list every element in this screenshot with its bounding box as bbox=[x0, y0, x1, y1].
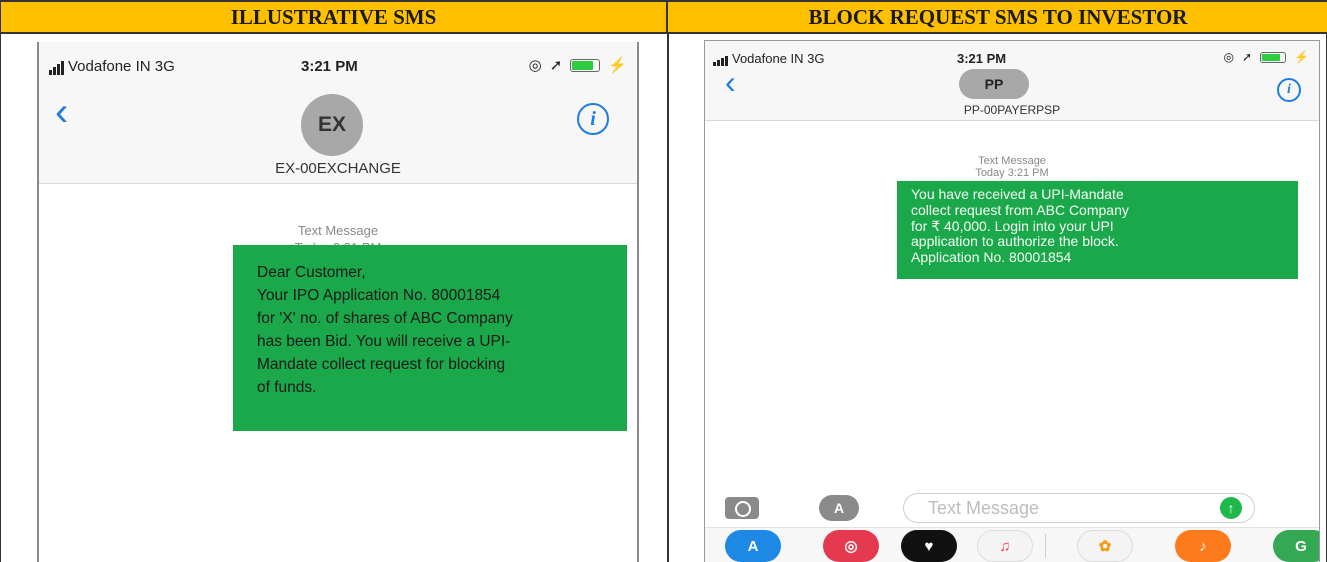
back-chevron-icon[interactable]: ‹ bbox=[55, 92, 68, 132]
camera-icon[interactable] bbox=[725, 497, 759, 519]
image-search-app-icon[interactable]: ◎ bbox=[823, 530, 879, 562]
battery-icon bbox=[1260, 51, 1287, 63]
message-composer: A Text Message ↑ bbox=[705, 489, 1319, 525]
left-phone-screenshot: Vodafone IN 3G 3:21 PM ◎ ➚ ⚡ ‹ EX i EX-0… bbox=[37, 42, 639, 562]
column-divider bbox=[667, 34, 669, 562]
contact-avatar[interactable]: PP bbox=[959, 69, 1029, 99]
header-block-request: BLOCK REQUEST SMS TO INVESTOR bbox=[668, 0, 1327, 34]
header-illustrative-sms: ILLUSTRATIVE SMS bbox=[1, 0, 668, 34]
info-icon[interactable]: i bbox=[1277, 78, 1301, 102]
status-carrier: Vodafone IN 3G bbox=[49, 58, 175, 75]
battery-icon bbox=[570, 58, 601, 72]
sms-comparison-table: ILLUSTRATIVE SMS BLOCK REQUEST SMS TO IN… bbox=[0, 0, 1327, 562]
message-timestamp: Text Message Today 3:21 PM bbox=[705, 155, 1319, 179]
location-icon: ◎ bbox=[528, 57, 542, 74]
app-store-icon[interactable]: A bbox=[819, 495, 859, 521]
meta-type: Text Message bbox=[297, 223, 379, 238]
info-icon[interactable]: i bbox=[577, 103, 609, 135]
conversation-header: Vodafone IN 3G 3:21 PM ◎ ➚ ⚡ ‹ EX i EX-0… bbox=[39, 42, 637, 184]
meta-type: Text Message bbox=[978, 155, 1046, 167]
text-message-input[interactable]: Text Message bbox=[903, 493, 1255, 523]
sms-bubble: Dear Customer, Your IPO Application No. … bbox=[233, 245, 627, 431]
sender-name[interactable]: PP-00PAYERPSP bbox=[705, 103, 1319, 117]
composer-placeholder: Text Message bbox=[928, 497, 1040, 518]
digital-touch-app-icon[interactable]: ♥ bbox=[901, 530, 957, 562]
send-arrow-icon[interactable]: ↑ bbox=[1220, 497, 1242, 519]
right-phone-screenshot: Vodafone IN 3G 3:21 PM ◎ ➚ ⚡ ‹ PP i PP-0… bbox=[704, 40, 1320, 562]
conversation-header: Vodafone IN 3G 3:21 PM ◎ ➚ ⚡ ‹ PP i PP-0… bbox=[705, 41, 1319, 121]
music-app-icon[interactable]: ♫ bbox=[977, 530, 1033, 562]
garageband-app-icon[interactable]: ♪ bbox=[1175, 530, 1231, 562]
google-maps-app-icon[interactable]: G bbox=[1273, 530, 1319, 562]
imessage-app-drawer: A ◎ ♥ ♫ ✿ ♪ G bbox=[705, 527, 1319, 562]
app-store-app-icon[interactable]: A bbox=[725, 530, 781, 562]
navigation-icon: ➚ bbox=[1241, 50, 1253, 64]
meta-time: Today 3:21 PM bbox=[975, 167, 1049, 179]
drawer-separator bbox=[1045, 534, 1046, 558]
location-icon: ◎ bbox=[1223, 50, 1234, 64]
charging-icon: ⚡ bbox=[1294, 50, 1309, 64]
back-chevron-icon[interactable]: ‹ bbox=[725, 66, 736, 98]
carrier-label: Vodafone IN 3G bbox=[68, 58, 175, 75]
sender-name[interactable]: EX-00EXCHANGE bbox=[39, 160, 637, 177]
navigation-icon: ➚ bbox=[549, 57, 563, 74]
status-time: 3:21 PM bbox=[957, 51, 1007, 66]
photos-app-icon[interactable]: ✿ bbox=[1077, 530, 1133, 562]
sms-bubble: You have received a UPI-Mandate collect … bbox=[897, 181, 1298, 279]
signal-icon bbox=[49, 58, 65, 75]
status-time: 3:21 PM bbox=[301, 58, 358, 75]
contact-avatar[interactable]: EX bbox=[301, 94, 363, 156]
charging-icon: ⚡ bbox=[608, 57, 627, 74]
status-icons: ◎ ➚ ⚡ bbox=[1224, 50, 1310, 64]
carrier-label: Vodafone IN 3G bbox=[732, 51, 825, 66]
status-icons: ◎ ➚ ⚡ bbox=[529, 56, 627, 74]
